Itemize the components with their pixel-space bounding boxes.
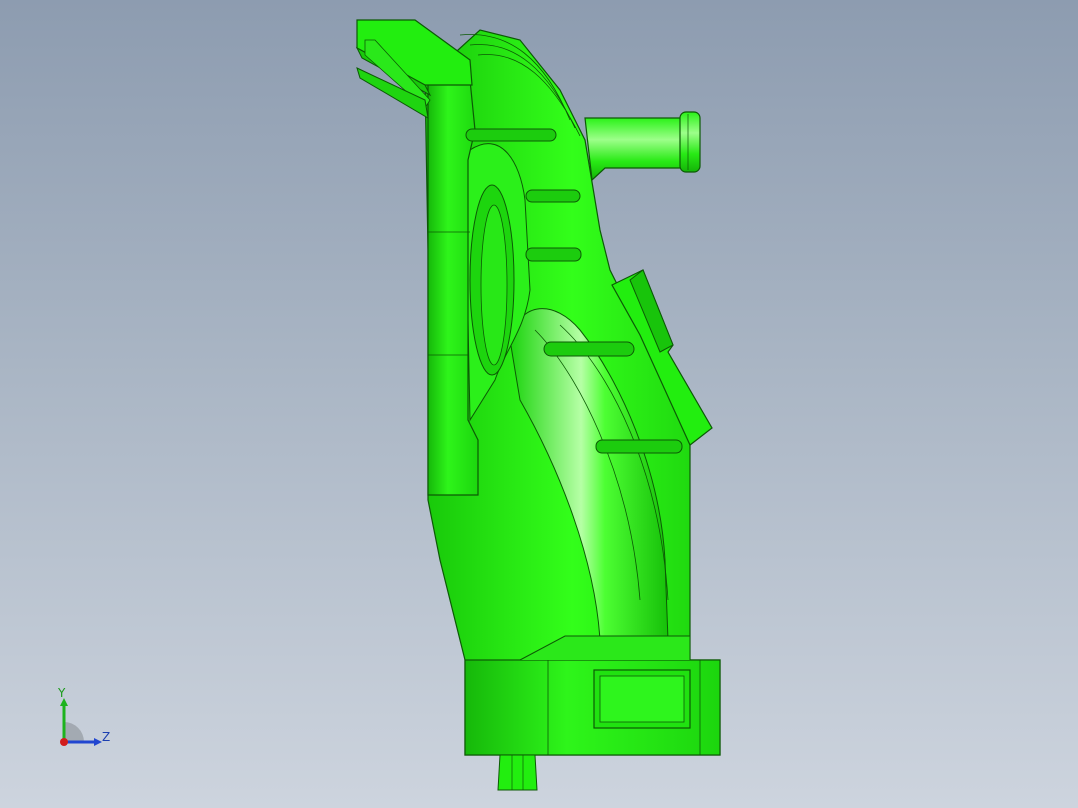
base-window-inner [599,675,685,723]
triad-z-label: Z [102,730,111,744]
triad-plane-shade [64,722,84,742]
3d-viewport[interactable]: Y Z [0,0,1078,808]
bottom-clip [497,754,538,791]
oval-recess-inner [480,204,508,366]
slot-4 [543,341,635,357]
triad-y-label: Y [58,686,66,700]
slot-3 [525,247,582,262]
slot-5 [595,439,683,454]
outlet-pipe [584,117,683,182]
slot-1 [465,128,557,142]
slot-2 [525,189,581,203]
x-axis-dot [60,738,68,746]
pipe-end-ring [679,111,701,173]
orientation-triad[interactable]: Y Z [48,686,118,756]
cad-part-model[interactable] [0,0,1078,808]
z-axis-arrowhead [94,738,102,746]
